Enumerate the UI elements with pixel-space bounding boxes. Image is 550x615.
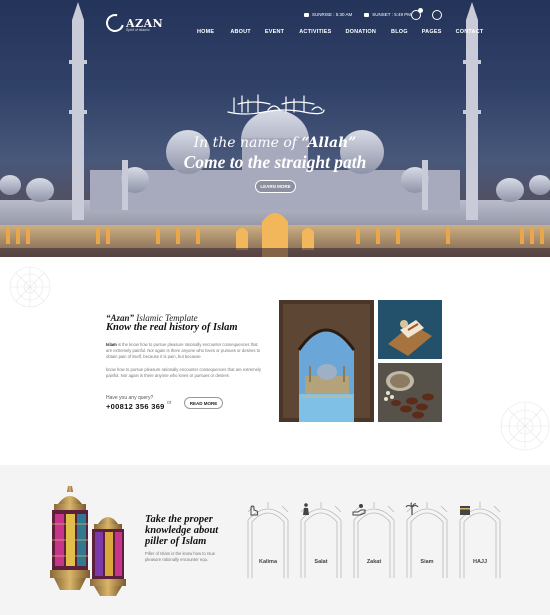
nav-contact[interactable]: CONTACT	[456, 29, 484, 35]
cart-icon[interactable]	[411, 8, 423, 20]
charity-hand-icon	[352, 504, 366, 516]
pillar-label: Zakat	[366, 559, 382, 565]
prayer-times: SUNRISE : 5:30 AM SUNSET : 5:49 PM	[304, 12, 411, 17]
nav-donation[interactable]: DONATION	[345, 29, 376, 35]
about-title: Know the real history of Islam	[106, 322, 238, 333]
about-paragraph-1-bold: Islam	[106, 342, 117, 347]
hero-subtitle-pre: In the name of	[193, 135, 297, 151]
hero-subtitle: In the name of “Allah”	[0, 135, 550, 151]
sunrise-icon	[304, 12, 309, 17]
nav-event[interactable]: EVENT	[265, 29, 284, 35]
phone-number[interactable]: +00812 356 369	[106, 402, 165, 411]
kaaba-icon	[460, 506, 470, 515]
or-text: or	[167, 400, 172, 406]
about-paragraph-1: Islam is the know how to pursue pleasure…	[106, 342, 264, 361]
pillar-card-hajj[interactable]: HAJJ	[458, 502, 502, 578]
sunset-text: SUNSET : 5:49 PM	[372, 12, 411, 17]
mosque-background-image	[0, 0, 550, 257]
sunrise-text: SUNRISE : 5:30 AM	[312, 12, 353, 17]
query-label: Have you any query?	[106, 395, 154, 401]
search-icon[interactable]	[432, 10, 442, 20]
sunset-icon	[364, 12, 370, 17]
about-paragraph-2: know how to pursue pleasure rationally e…	[106, 367, 262, 379]
quran-photo	[378, 300, 442, 359]
logo[interactable]: AZAN Spirit of Islamic	[102, 10, 163, 36]
palm-tree-icon	[405, 502, 419, 515]
sunrise-info: SUNRISE : 5:30 AM	[304, 12, 352, 17]
pillar-card-salat[interactable]: Salat	[299, 502, 343, 578]
nav-blog[interactable]: BLOG	[391, 29, 408, 35]
lanterns-image	[50, 486, 126, 596]
pillar-label: Kalima	[258, 559, 278, 565]
nav-activities[interactable]: ACTIVITIES	[299, 29, 331, 35]
scalloped-divider	[0, 465, 550, 470]
bismillah-calligraphy-image	[227, 94, 325, 115]
pillars-title: Take the proper knowledge about piller o…	[145, 514, 219, 547]
nav-pages[interactable]: PAGES	[422, 29, 442, 35]
nav-home[interactable]: HOME	[197, 29, 214, 35]
read-more-button[interactable]: READ MORE	[184, 397, 223, 409]
pillar-card-siam[interactable]: Siam	[405, 502, 449, 578]
main-nav: HOME ABOUT EVENT ACTIVITIES DONATION BLO…	[197, 29, 483, 35]
hero-subtitle-highlight: “Allah”	[301, 135, 357, 151]
learn-more-button[interactable]: LEARN MORE	[255, 180, 296, 193]
pillar-card-zakat[interactable]: Zakat	[352, 502, 396, 578]
pillars-text: Piller of Islam is the know how to rsue …	[145, 551, 216, 563]
sunset-info: SUNSET : 5:49 PM	[364, 12, 411, 17]
hero-section: AZAN Spirit of Islamic SUNRISE : 5:30 AM…	[0, 0, 550, 257]
nav-about[interactable]: ABOUT	[230, 29, 251, 35]
prayer-icon	[303, 503, 309, 515]
hand-icon	[250, 505, 259, 516]
logo-tagline: Spirit of Islamic	[126, 28, 150, 32]
mosque-arch-photo	[279, 300, 374, 422]
ornament-decoration	[500, 401, 550, 451]
cart-badge	[418, 8, 423, 13]
crescent-icon	[102, 10, 128, 36]
ornament-decoration	[9, 266, 51, 308]
dates-photo	[378, 363, 442, 422]
hero-title: Come to the straight path	[183, 152, 367, 172]
about-paragraph-1-text: is the know how to pursue pleasure ratio…	[106, 342, 261, 360]
pillar-label: HAJJ	[472, 559, 488, 565]
pillar-label: Siam	[420, 559, 434, 565]
pillar-card-kalima[interactable]: Kalima	[246, 502, 290, 578]
pillar-label: Salat	[314, 559, 328, 565]
